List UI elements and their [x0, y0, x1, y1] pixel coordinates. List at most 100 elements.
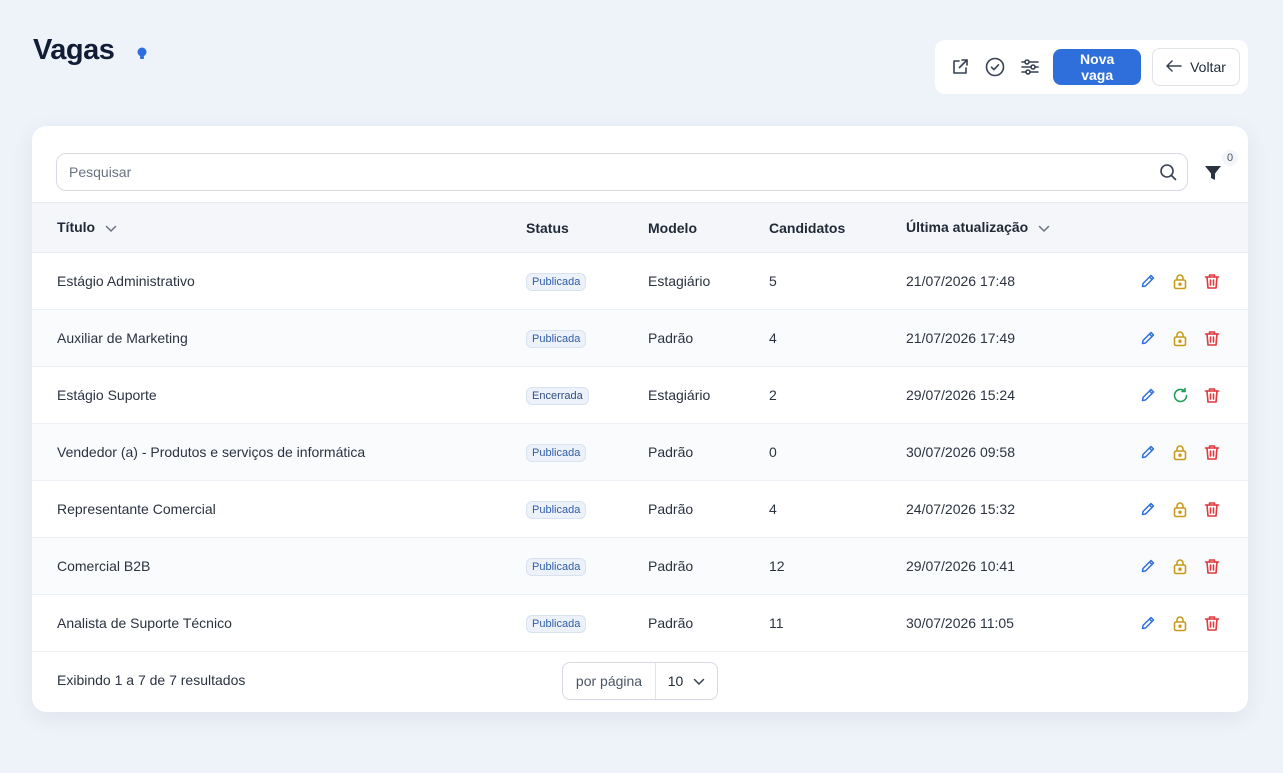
row-actions: [1116, 310, 1248, 367]
job-updated: 29/07/2026 15:24: [906, 387, 1015, 403]
external-link-icon[interactable]: [943, 49, 978, 85]
edit-icon[interactable]: [1138, 385, 1158, 405]
status-cell: Publicada: [526, 310, 648, 367]
job-title[interactable]: Analista de Suporte Técnico: [32, 595, 526, 652]
row-actions: [1116, 367, 1248, 424]
column-status: Status: [526, 202, 648, 253]
lock-icon[interactable]: [1170, 271, 1190, 291]
job-title[interactable]: Estágio Suporte: [32, 367, 526, 424]
row-actions: [1116, 538, 1248, 595]
job-updated: 30/07/2026 11:05: [906, 615, 1014, 631]
job-candidates: 4: [769, 330, 777, 346]
job-candidates: 12: [769, 558, 785, 574]
back-label: Voltar: [1190, 59, 1226, 75]
chevron-down-icon: [693, 673, 705, 689]
edit-icon[interactable]: [1138, 613, 1158, 633]
lock-icon[interactable]: [1170, 499, 1190, 519]
reopen-icon[interactable]: [1170, 385, 1190, 405]
search-box: [56, 153, 1188, 191]
trash-icon[interactable]: [1202, 328, 1222, 348]
trash-icon[interactable]: [1202, 271, 1222, 291]
column-title-label: Título: [57, 218, 96, 235]
search-icon[interactable]: [1149, 154, 1187, 190]
edit-icon[interactable]: [1138, 328, 1158, 348]
job-candidates: 4: [769, 501, 777, 517]
table-row[interactable]: Estágio Suporte Encerrada Estagiário 2 2…: [32, 367, 1248, 424]
trash-icon[interactable]: [1202, 385, 1222, 405]
column-title[interactable]: Título: [32, 202, 526, 253]
status-badge: Publicada: [526, 614, 587, 633]
table-row[interactable]: Analista de Suporte Técnico Publicada Pa…: [32, 595, 1248, 652]
lock-icon[interactable]: [1170, 442, 1190, 462]
table-row[interactable]: Estágio Administrativo Publicada Estagiá…: [32, 253, 1248, 310]
results-summary: Exibindo 1 a 7 de 7 resultados: [57, 672, 246, 688]
status-badge: Publicada: [526, 557, 587, 576]
job-updated: 29/07/2026 10:41: [906, 558, 1015, 574]
edit-icon[interactable]: [1138, 271, 1158, 291]
toolbar: Nova vaga Voltar: [935, 40, 1248, 94]
per-page-select[interactable]: 10: [656, 663, 717, 699]
filter-icon[interactable]: [1200, 160, 1226, 186]
trash-icon[interactable]: [1202, 499, 1222, 519]
status-cell: Encerrada: [526, 367, 648, 424]
job-candidates: 11: [769, 615, 784, 631]
new-job-button[interactable]: Nova vaga: [1053, 49, 1142, 85]
sliders-icon[interactable]: [1013, 49, 1048, 85]
trash-icon[interactable]: [1202, 613, 1222, 633]
trash-icon[interactable]: [1202, 556, 1222, 576]
status-cell: Publicada: [526, 595, 648, 652]
row-actions: [1116, 595, 1248, 652]
job-updated: 21/07/2026 17:48: [906, 273, 1015, 289]
job-model: Padrão: [648, 444, 694, 460]
job-model: Padrão: [648, 558, 694, 574]
job-updated: 30/07/2026 09:58: [906, 444, 1015, 460]
check-circle-icon[interactable]: [978, 49, 1013, 85]
table-row[interactable]: Auxiliar de Marketing Publicada Padrão 4…: [32, 309, 1248, 367]
job-model: Padrão: [648, 615, 694, 631]
status-cell: Publicada: [526, 424, 648, 481]
job-candidates: 0: [769, 444, 777, 460]
table-row[interactable]: Vendedor (a) - Produtos e serviços de in…: [32, 423, 1248, 481]
edit-icon[interactable]: [1138, 556, 1158, 576]
job-model: Estagiário: [648, 387, 711, 403]
edit-icon[interactable]: [1138, 499, 1158, 519]
job-title[interactable]: Vendedor (a) - Produtos e serviços de in…: [32, 424, 526, 481]
table-row[interactable]: Comercial B2B Publicada Padrão 12 29/07/…: [32, 537, 1248, 595]
status-badge: Publicada: [526, 443, 587, 462]
row-actions: [1116, 253, 1248, 310]
edit-icon[interactable]: [1138, 442, 1158, 462]
job-updated: 21/07/2026 17:49: [906, 330, 1015, 346]
status-cell: Publicada: [526, 538, 648, 595]
job-title[interactable]: Estágio Administrativo: [32, 253, 526, 310]
row-actions: [1116, 481, 1248, 538]
status-badge: Publicada: [526, 500, 587, 519]
status-badge: Encerrada: [526, 386, 589, 405]
search-input[interactable]: [57, 154, 1149, 190]
lightbulb-icon[interactable]: [136, 46, 148, 64]
job-title[interactable]: Representante Comercial: [32, 481, 526, 538]
status-cell: Publicada: [526, 253, 648, 310]
lock-icon[interactable]: [1170, 613, 1190, 633]
jobs-card: 0 Título Status Modelo Candidatos Última…: [32, 126, 1248, 712]
page-title: Vagas: [33, 34, 115, 66]
job-model: Padrão: [648, 501, 694, 517]
job-title[interactable]: Comercial B2B: [32, 538, 526, 595]
chevron-down-icon[interactable]: [105, 220, 117, 236]
column-updated[interactable]: Última atualização: [906, 202, 1116, 253]
per-page-value: 10: [667, 673, 684, 689]
lock-icon[interactable]: [1170, 556, 1190, 576]
lock-icon[interactable]: [1170, 328, 1190, 348]
chevron-down-icon[interactable]: [1038, 220, 1050, 236]
column-model: Modelo: [648, 202, 769, 253]
table-row[interactable]: Representante Comercial Publicada Padrão…: [32, 481, 1248, 538]
status-cell: Publicada: [526, 481, 648, 538]
trash-icon[interactable]: [1202, 442, 1222, 462]
job-title[interactable]: Auxiliar de Marketing: [32, 310, 526, 367]
per-page-control: por página 10: [562, 662, 718, 700]
back-button[interactable]: Voltar: [1152, 48, 1240, 86]
column-updated-label: Última atualização: [906, 218, 1029, 235]
job-model: Estagiário: [648, 273, 711, 289]
column-actions: [1116, 202, 1248, 253]
filter-count-badge: 0: [1222, 150, 1238, 166]
per-page-label: por página: [563, 663, 656, 699]
